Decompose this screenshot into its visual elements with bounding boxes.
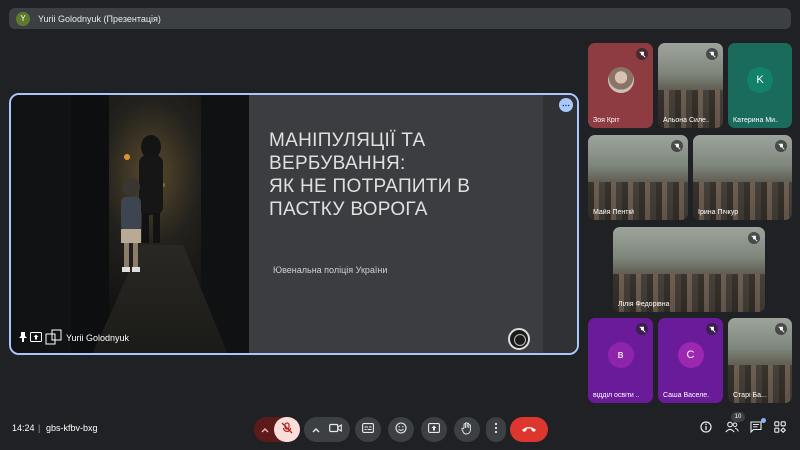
raise-hand-button[interactable]	[454, 417, 480, 442]
pin-icon[interactable]	[19, 332, 27, 344]
participant-tile[interactable]: Альона Силе...	[658, 43, 723, 128]
chat-button[interactable]	[750, 421, 762, 436]
activities-icon	[774, 421, 787, 436]
people-button[interactable]	[725, 421, 739, 436]
participant-name: відділ освіти ...	[593, 392, 639, 399]
banner-title: Yurii Golodnyuk (Презентація)	[38, 13, 161, 24]
participant-photo-avatar	[607, 67, 634, 94]
activities-button[interactable]	[774, 421, 787, 436]
participant-name: Зоя Кріт	[593, 117, 620, 124]
present-icon	[428, 423, 440, 436]
info-icon	[700, 421, 712, 436]
leave-call-button[interactable]	[510, 417, 548, 442]
captions-button[interactable]	[355, 417, 381, 442]
captions-icon	[362, 423, 374, 436]
more-vert-icon	[494, 422, 498, 437]
audio-level-icon	[45, 329, 63, 347]
mic-off-icon	[636, 323, 648, 335]
participant-letter-avatar: K	[747, 67, 773, 94]
mic-off-icon	[775, 140, 787, 152]
participant-letter-avatar: С	[677, 342, 704, 369]
presenter-avatar: Y	[16, 11, 30, 26]
participant-tile[interactable]: Зоя Кріт	[588, 43, 653, 128]
mic-toggle-button[interactable]	[274, 417, 300, 442]
participant-tile[interactable]: в відділ освіти ...	[588, 318, 653, 403]
slide-letterbox-right	[543, 95, 577, 353]
stage-presenter-label: Yurii Golodnyuk	[19, 329, 129, 347]
mic-off-icon	[748, 232, 760, 244]
more-options-button[interactable]	[486, 417, 506, 442]
chevron-up-icon	[261, 424, 269, 436]
meeting-details-button[interactable]	[700, 421, 712, 436]
presentation-banner: Y Yurii Golodnyuk (Презентація)	[9, 8, 791, 29]
participant-tile[interactable]: K Катерина Ми...	[728, 43, 792, 128]
mic-off-icon	[706, 323, 718, 335]
mic-off-icon	[281, 422, 293, 437]
stage-presenter-name: Yurii Golodnyuk	[66, 333, 130, 343]
participant-name: Катерина Ми...	[733, 117, 778, 124]
slide-content: МАНІПУЛЯЦІЇ ТА ВЕРБУВАННЯ: ЯК НЕ ПОТРАПИ…	[249, 95, 543, 353]
people-icon	[725, 421, 739, 436]
emoji-reactions-button[interactable]	[388, 417, 414, 442]
raise-hand-icon	[461, 421, 473, 438]
participant-name: Майя Пентій	[593, 209, 634, 216]
participant-name: Старі Ба...	[733, 392, 767, 399]
participant-tile[interactable]: С Саша Васеле...	[658, 318, 723, 403]
emoji-icon	[395, 422, 407, 437]
chat-unread-dot	[761, 418, 766, 423]
participant-tile[interactable]: Лілія Федорівна	[613, 227, 765, 312]
participant-name: Лілія Федорівна	[618, 301, 670, 308]
participant-tile[interactable]: Ірина Пічкур	[693, 135, 792, 220]
camera-icon	[329, 423, 342, 436]
mic-off-icon	[706, 48, 718, 60]
participant-tile[interactable]: Старі Ба...	[728, 318, 792, 403]
slide-photo	[71, 95, 249, 353]
clock: 14:24	[12, 423, 35, 433]
mic-off-icon	[671, 140, 683, 152]
camera-toggle-button[interactable]	[304, 417, 350, 442]
present-now-button[interactable]	[421, 417, 447, 442]
slide-letterbox-left	[11, 95, 71, 353]
participant-name: Альона Силе...	[663, 117, 709, 124]
end-call-icon	[521, 424, 537, 436]
tile-more-options-button[interactable]: ⋯	[559, 98, 573, 112]
police-emblem-icon	[508, 328, 530, 350]
participant-name: Саша Васеле...	[663, 392, 709, 399]
participant-letter-avatar: в	[607, 342, 634, 369]
mic-off-icon	[636, 48, 648, 60]
slide-photo-illustration	[71, 95, 249, 353]
slide-title: МАНІПУЛЯЦІЇ ТА ВЕРБУВАННЯ: ЯК НЕ ПОТРАПИ…	[269, 130, 471, 220]
presentation-stage[interactable]: МАНІПУЛЯЦІЇ ТА ВЕРБУВАННЯ: ЯК НЕ ПОТРАПИ…	[9, 93, 579, 355]
slide-subtitle: Ювенальна поліція України	[273, 265, 388, 275]
participant-name: Ірина Пічкур	[698, 209, 739, 216]
meeting-code: gbs-kfbv-bxg	[46, 423, 98, 433]
separator: |	[38, 423, 41, 433]
present-screen-icon	[30, 332, 42, 344]
chevron-up-icon	[312, 424, 320, 436]
mic-off-icon	[775, 323, 787, 335]
participant-tile[interactable]: Майя Пентій	[588, 135, 688, 220]
chat-icon	[750, 421, 762, 436]
